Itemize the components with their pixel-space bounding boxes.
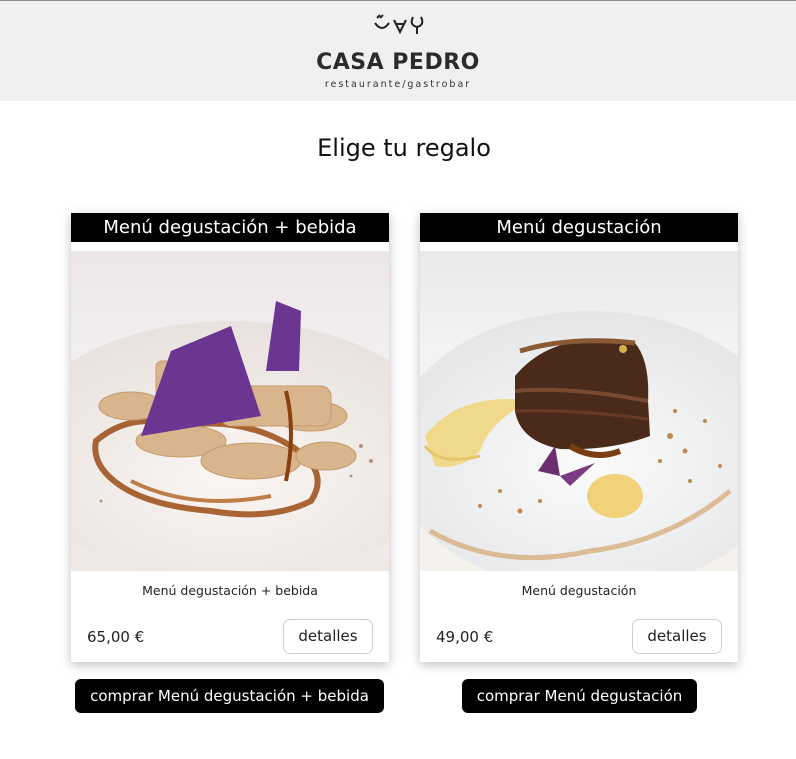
card-title: Menú degustación + bebida: [71, 213, 389, 242]
product-price: 49,00 €: [436, 628, 494, 646]
details-button[interactable]: detalles: [632, 619, 722, 654]
brand-tagline: restaurante/gastrobar: [324, 79, 472, 90]
buy-button-menu-bebida[interactable]: comprar Menú degustación + bebida: [75, 679, 384, 713]
gift-card-menu-degustacion: Menú degustación Menú degustación 49,00 …: [420, 213, 738, 662]
brand-name: CASA PEDRO: [316, 50, 480, 75]
product-name: Menú degustación: [521, 583, 637, 598]
dish-photo[interactable]: [71, 251, 389, 571]
site-header: CASA PEDRO restaurante/gastrobar: [0, 0, 796, 101]
gift-card-menu-bebida: Menú degustación + bebida Menú degustaci…: [71, 213, 389, 662]
glass-icon: [393, 19, 407, 35]
wine-glass-icon: [410, 16, 424, 34]
cup-icon: [374, 14, 390, 29]
dish-photo[interactable]: [420, 251, 738, 571]
product-price: 65,00 €: [87, 628, 145, 646]
details-button[interactable]: detalles: [283, 619, 373, 654]
page-title: Elige tu regalo: [317, 134, 491, 162]
product-name: Menú degustación + bebida: [142, 583, 318, 598]
buy-button-menu-degustacion[interactable]: comprar Menú degustación: [462, 679, 697, 713]
logo-icons: [374, 14, 424, 35]
card-title: Menú degustación: [420, 213, 738, 242]
